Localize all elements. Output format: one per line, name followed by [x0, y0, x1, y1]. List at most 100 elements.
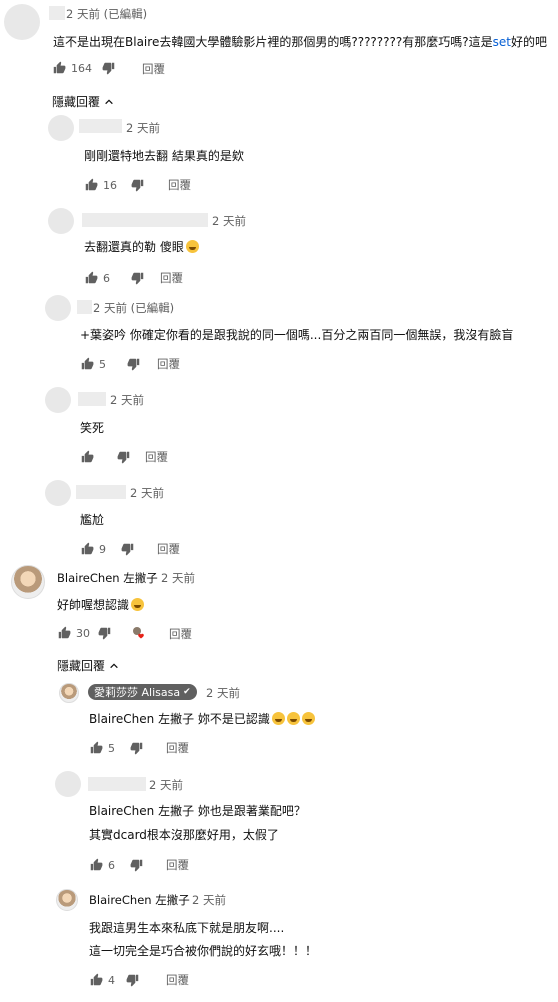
alisasa-avatar[interactable] [59, 683, 79, 703]
reply-actions: 5 [80, 355, 141, 373]
thumbs-down-icon[interactable] [130, 741, 144, 755]
reply-time[interactable]: 2 天前 [149, 777, 183, 793]
laughing-emoji-icon [286, 712, 300, 725]
reply-actions [80, 448, 131, 466]
like-count: 164 [71, 61, 92, 75]
thumbs-down-icon[interactable] [121, 542, 135, 556]
thumbs-up-icon[interactable] [89, 741, 103, 755]
reply-avatar[interactable] [45, 480, 71, 506]
thumbs-down-icon[interactable] [130, 858, 144, 872]
thumbs-up-icon[interactable] [89, 858, 103, 872]
thumbs-down-icon[interactable] [127, 357, 141, 371]
reply-avatar[interactable] [45, 295, 71, 321]
thumbs-down-icon[interactable] [98, 626, 112, 640]
reply-button[interactable]: 回覆 [166, 857, 189, 873]
reply-actions: 16 [84, 176, 145, 194]
laughing-emoji-icon [185, 240, 199, 253]
thumbs-up-icon[interactable] [52, 61, 66, 75]
reply-button[interactable]: 回覆 [145, 449, 168, 465]
reply-button[interactable]: 回覆 [166, 972, 189, 988]
thumbs-down-icon[interactable] [131, 178, 145, 192]
commenter-avatar[interactable] [4, 4, 40, 40]
reply-button[interactable]: 回覆 [169, 626, 192, 642]
reply-button[interactable]: 回覆 [157, 541, 180, 557]
like-count: 30 [76, 626, 90, 640]
creator-heart-icon [133, 627, 144, 639]
blaire-avatar[interactable] [56, 889, 78, 911]
verified-check-icon: ✔ [183, 687, 191, 697]
thumbs-down-icon[interactable] [102, 61, 116, 75]
reply-avatar[interactable] [45, 387, 71, 413]
smiling-emoji-icon [131, 598, 145, 611]
thumbs-up-icon[interactable] [80, 357, 94, 371]
reply-button[interactable]: 回覆 [142, 61, 165, 77]
reply-actions: 4 [89, 971, 140, 989]
chevron-up-icon [104, 97, 114, 107]
redacted-name [78, 392, 106, 406]
like-count: 5 [108, 741, 115, 755]
like-count: 4 [108, 973, 115, 987]
like-count: 16 [103, 178, 117, 192]
reply-text-line1: BlaireChen 左撇子 妳也是跟著業配吧？ [89, 804, 306, 818]
thumbs-up-icon[interactable] [84, 271, 98, 285]
thumbs-down-icon[interactable] [131, 271, 145, 285]
comment-time[interactable]: 2 天前 [161, 570, 195, 586]
reply-button[interactable]: 回覆 [166, 740, 189, 756]
thumbs-down-icon[interactable] [126, 973, 140, 987]
reply-text: 尷尬 [80, 513, 105, 527]
reply-text: 剛剛還特地去翻 結果真的是欸 [84, 149, 244, 163]
redacted-name [77, 300, 92, 314]
reply-text: 去翻還真的勒 傻眼 [84, 238, 199, 255]
reply-time[interactable]: 2 天前 [206, 685, 240, 701]
thumbs-up-icon[interactable] [80, 542, 94, 556]
hide-replies-button[interactable]: 隱藏回覆 [57, 657, 119, 674]
redacted-name [49, 6, 65, 20]
reply-avatar[interactable] [48, 208, 74, 234]
reply-actions: 5 [89, 739, 144, 757]
redacted-name [82, 213, 208, 227]
reply-button[interactable]: 回覆 [168, 177, 191, 193]
thumbs-up-icon[interactable] [80, 450, 94, 464]
redacted-name [79, 119, 122, 133]
redacted-name [76, 485, 126, 499]
reply-time[interactable]: 2 天前 [110, 392, 144, 408]
comment-author[interactable]: BlaireChen 左撇子 [57, 570, 158, 586]
like-count: 6 [103, 271, 110, 285]
comment-actions: 164 [52, 59, 116, 77]
redacted-name [88, 777, 146, 791]
like-count: 9 [99, 542, 106, 556]
reply-actions: 6 [89, 856, 144, 874]
like-count: 6 [108, 858, 115, 872]
reply-time[interactable]: 2 天前 [126, 120, 160, 136]
reply-time[interactable]: 2 天前 [212, 213, 246, 229]
reply-avatar[interactable] [48, 115, 74, 141]
reply-text: +葉姿吟 你確定你看的是跟我說的同一個嗎...百分之兩百同一個無誤，我沒有臉盲 [80, 328, 514, 342]
laughing-emoji-icon [301, 712, 315, 725]
channel-owner-badge[interactable]: 愛莉莎莎 Alisasa ✔ [88, 684, 197, 700]
reply-actions: 6 [84, 269, 145, 287]
comment-text: 好帥喔想認識 [57, 596, 145, 613]
comment-text: 這不是出現在Blaire去韓國大學體驗影片裡的那個男的嗎????????有那麼巧… [53, 35, 548, 49]
reply-avatar[interactable] [55, 771, 81, 797]
reply-text-line2: 這一切完全是巧合被你們說的好玄哦！！！ [89, 944, 318, 958]
reply-text: BlaireChen 左撇子 妳不是已認識 [89, 710, 315, 727]
laughing-emoji-icon [271, 712, 285, 725]
hide-replies-button[interactable]: 隱藏回覆 [52, 93, 114, 110]
thumbs-up-icon[interactable] [89, 973, 103, 987]
reply-button[interactable]: 回覆 [160, 270, 183, 286]
reply-time[interactable]: 2 天前 (已編輯) [93, 300, 174, 316]
chevron-up-icon [109, 661, 119, 671]
like-count: 5 [99, 357, 106, 371]
thumbs-down-icon[interactable] [117, 450, 131, 464]
reply-author[interactable]: BlaireChen 左撇子 [89, 892, 190, 908]
reply-actions: 9 [80, 540, 135, 558]
comment-time[interactable]: 2 天前 (已編輯) [66, 6, 147, 22]
thumbs-up-icon[interactable] [84, 178, 98, 192]
reply-text: 笑死 [80, 421, 105, 435]
reply-time[interactable]: 2 天前 [192, 892, 226, 908]
reply-button[interactable]: 回覆 [157, 356, 180, 372]
reply-time[interactable]: 2 天前 [130, 485, 164, 501]
reply-text-line2: 其實dcard根本沒那麼好用，太假了 [89, 828, 279, 842]
thumbs-up-icon[interactable] [57, 626, 71, 640]
blaire-avatar[interactable] [11, 565, 45, 599]
